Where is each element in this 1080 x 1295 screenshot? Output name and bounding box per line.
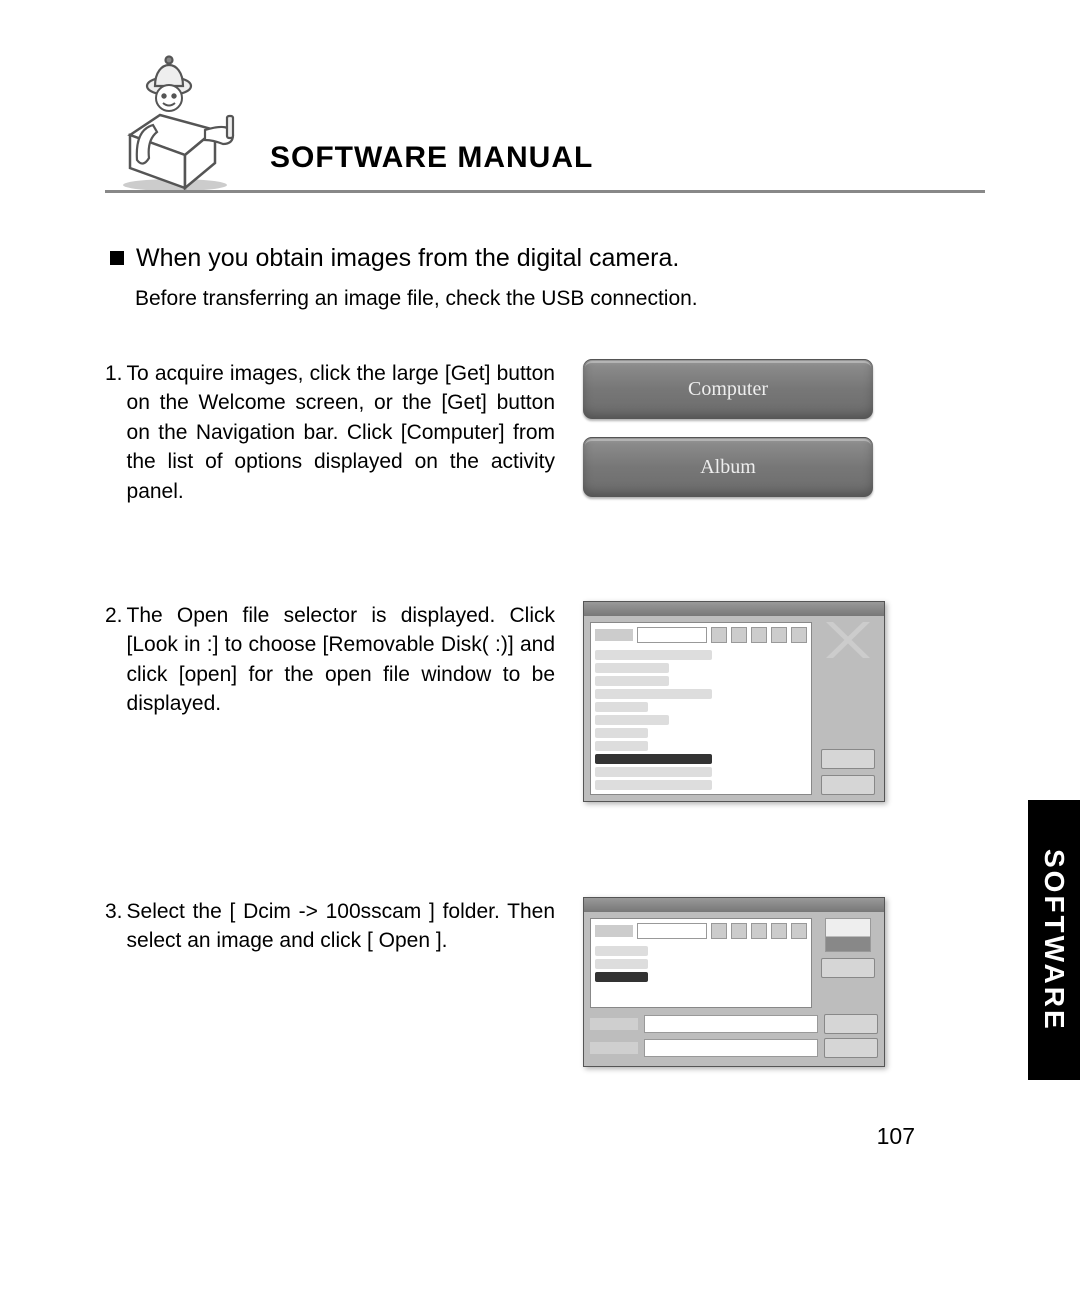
toolbar-icon[interactable]: [751, 923, 767, 939]
step-3-figure: [583, 897, 985, 1067]
tree-item-selected[interactable]: [595, 754, 712, 764]
step-2-figure: [583, 601, 985, 802]
open-file-dialog-1: [583, 601, 885, 802]
dialog-titlebar: [584, 602, 884, 616]
step-3-body: Select the [ Dcim -> 100sscam ] folder. …: [127, 897, 555, 956]
toolbar-icon[interactable]: [771, 627, 787, 643]
no-preview-icon: [826, 622, 870, 658]
step-3-number: 3.: [105, 897, 123, 956]
step-2: 2. The Open file selector is displayed. …: [105, 601, 985, 802]
toolbar-icon[interactable]: [771, 923, 787, 939]
file-list: [590, 918, 812, 1008]
tree-item[interactable]: [595, 728, 648, 738]
side-tab-software: SOFTWARE: [1028, 800, 1080, 1080]
toolbar-icon[interactable]: [751, 627, 767, 643]
lookin-combo[interactable]: [637, 627, 707, 643]
toolbar-icon[interactable]: [791, 627, 807, 643]
open-button[interactable]: [821, 749, 875, 769]
tree-item[interactable]: [595, 702, 648, 712]
folder-tree: [590, 622, 812, 795]
page-title: SOFTWARE MANUAL: [270, 141, 593, 175]
tree-item[interactable]: [595, 715, 669, 725]
dialog-titlebar: [584, 898, 884, 912]
section-heading: When you obtain images from the digital …: [110, 243, 985, 273]
step-2-text: 2. The Open file selector is displayed. …: [105, 601, 555, 719]
tree-item[interactable]: [595, 650, 712, 660]
manual-page: SOFTWARE MANUAL When you obtain images f…: [0, 0, 1080, 1295]
file-item[interactable]: [595, 946, 648, 956]
tree-item[interactable]: [595, 663, 669, 673]
toolbar-icon[interactable]: [791, 923, 807, 939]
mascot-illustration: [105, 40, 245, 190]
tree-item[interactable]: [595, 780, 712, 790]
filetype-combo[interactable]: [644, 1039, 818, 1057]
step-1-figure: Computer Album: [583, 359, 985, 497]
toolbar-icon[interactable]: [711, 627, 727, 643]
step-3: 3. Select the [ Dcim -> 100sscam ] folde…: [105, 897, 985, 1067]
album-button[interactable]: Album: [583, 437, 873, 497]
tree-item[interactable]: [595, 689, 712, 699]
cancel-button[interactable]: [824, 1038, 878, 1058]
dialog-bottom: [584, 1014, 884, 1066]
steps-list: 1. To acquire images, click the large [G…: [105, 359, 985, 1067]
toolbar-icon[interactable]: [731, 627, 747, 643]
page-header: SOFTWARE MANUAL: [105, 40, 985, 193]
preview-thumbnail: [825, 918, 871, 952]
filetype-label: [590, 1042, 638, 1054]
step-1-body: To acquire images, click the large [Get]…: [127, 359, 555, 506]
computer-button[interactable]: Computer: [583, 359, 873, 419]
lookin-combo[interactable]: [637, 923, 707, 939]
tree-item[interactable]: [595, 741, 648, 751]
file-item-selected[interactable]: [595, 972, 648, 982]
toolbar-icon[interactable]: [711, 923, 727, 939]
section-intro: Before transferring an image file, check…: [135, 287, 985, 311]
computer-button-label: Computer: [688, 378, 768, 401]
filename-field[interactable]: [644, 1015, 818, 1033]
open-file-dialog-2: [583, 897, 885, 1067]
bullet-icon: [110, 251, 124, 265]
page-number: 107: [877, 1123, 915, 1150]
step-2-number: 2.: [105, 601, 123, 719]
step-1-number: 1.: [105, 359, 123, 506]
tree-item[interactable]: [595, 676, 669, 686]
tree-item[interactable]: [595, 767, 712, 777]
preview-button[interactable]: [821, 958, 875, 978]
activity-panel-buttons: Computer Album: [583, 359, 873, 497]
step-3-text: 3. Select the [ Dcim -> 100sscam ] folde…: [105, 897, 555, 956]
step-1-text: 1. To acquire images, click the large [G…: [105, 359, 555, 506]
cancel-button[interactable]: [821, 775, 875, 795]
step-2-body: The Open file selector is displayed. Cli…: [127, 601, 555, 719]
open-button[interactable]: [824, 1014, 878, 1034]
toolbar-icon[interactable]: [731, 923, 747, 939]
filename-label: [590, 1018, 638, 1030]
step-1: 1. To acquire images, click the large [G…: [105, 359, 985, 506]
file-item[interactable]: [595, 959, 648, 969]
section-heading-text: When you obtain images from the digital …: [136, 243, 679, 273]
album-button-label: Album: [700, 456, 756, 479]
